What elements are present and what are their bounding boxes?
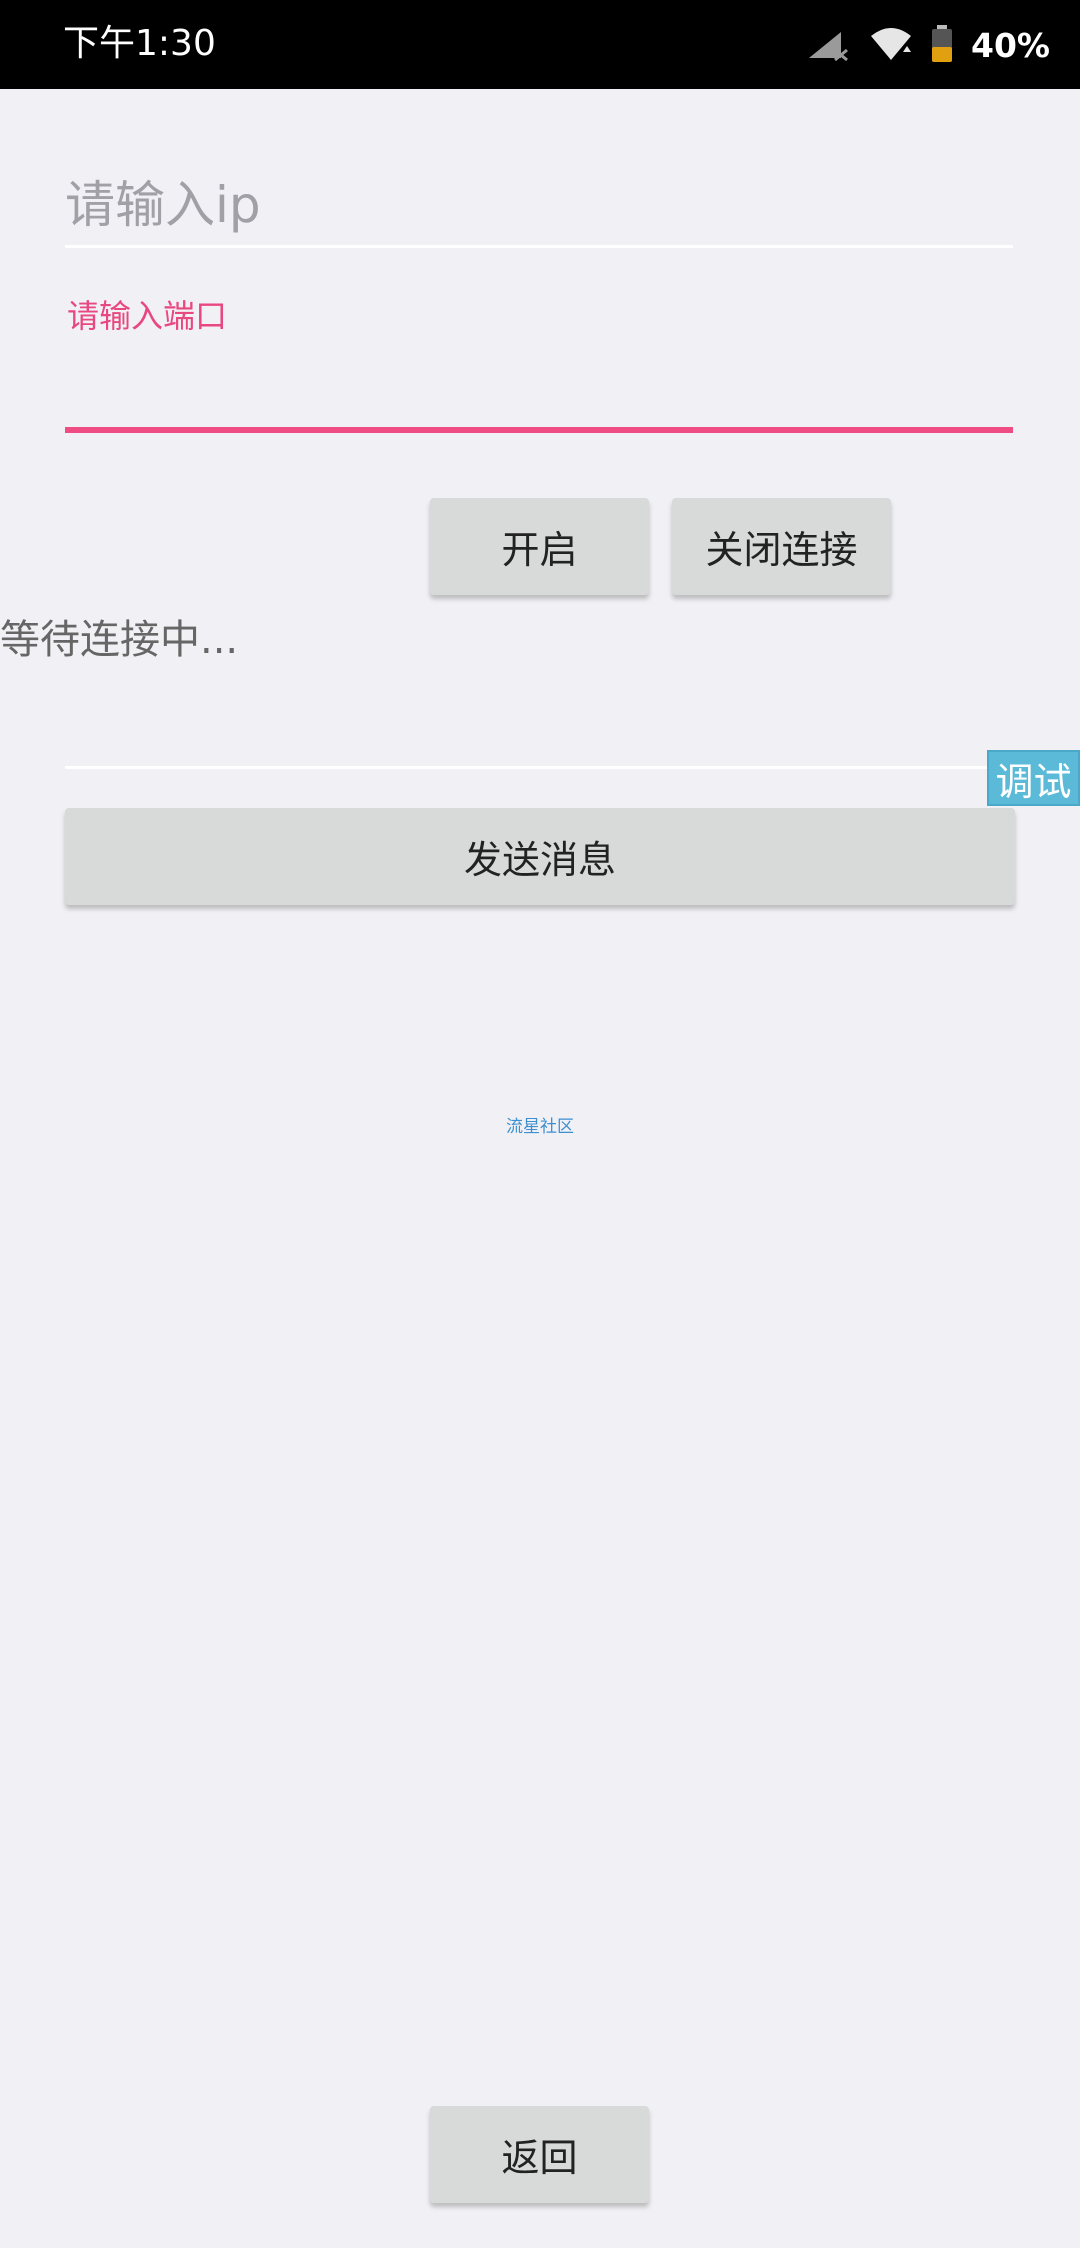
status-bar: 下午1:30 40% xyxy=(0,0,1080,89)
port-label: 请输入端口 xyxy=(67,297,228,335)
status-icons: 40% xyxy=(805,24,1050,68)
message-input[interactable] xyxy=(65,690,1013,769)
port-input[interactable] xyxy=(65,345,1013,433)
open-button[interactable]: 开启 xyxy=(430,498,649,595)
wifi-icon xyxy=(869,26,913,66)
close-connection-button[interactable]: 关闭连接 xyxy=(672,498,891,595)
battery-icon xyxy=(931,25,953,67)
send-message-button[interactable]: 发送消息 xyxy=(65,808,1015,905)
status-time: 下午1:30 xyxy=(63,23,216,64)
connection-status: 等待连接中... xyxy=(0,617,239,663)
community-link[interactable]: 流星社区 xyxy=(0,1112,1080,1137)
debug-badge[interactable]: 调试 xyxy=(987,750,1080,806)
signal-icon xyxy=(805,26,851,66)
battery-percent: 40% xyxy=(971,26,1050,65)
ip-input[interactable] xyxy=(65,165,1013,248)
back-button[interactable]: 返回 xyxy=(430,2106,649,2203)
